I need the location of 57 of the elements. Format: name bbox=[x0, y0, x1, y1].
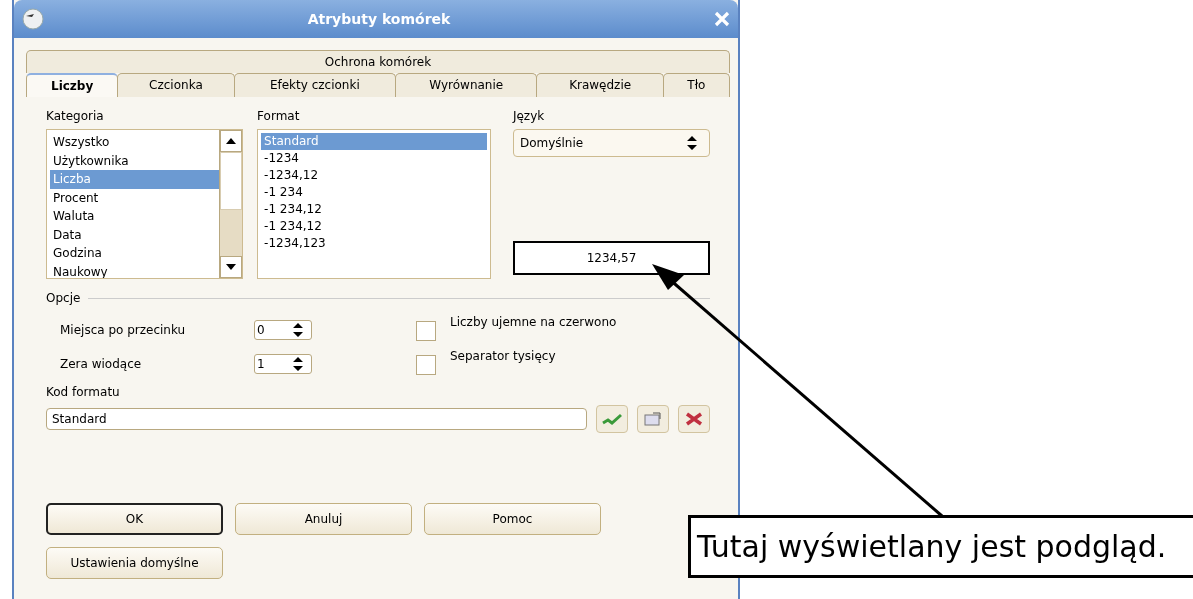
language-dropdown[interactable]: Domyślnie bbox=[512, 129, 710, 157]
tab[interactable]: Efekty czcionki bbox=[233, 73, 397, 97]
list-item[interactable]: -1 234,12 bbox=[261, 201, 487, 218]
spin-arrows-icon bbox=[685, 135, 699, 151]
checkbox-label: Separator tysięcy bbox=[450, 349, 556, 363]
delete-button[interactable] bbox=[678, 405, 710, 433]
cross-icon bbox=[684, 411, 704, 427]
spin-field[interactable]: 0 bbox=[254, 320, 312, 340]
list-item[interactable]: Waluta bbox=[50, 207, 220, 226]
add-button[interactable] bbox=[596, 405, 628, 433]
app-icon bbox=[22, 8, 44, 30]
list-item[interactable]: Data bbox=[50, 225, 220, 244]
window-title: Atrybuty komórek bbox=[306, 11, 452, 27]
checkbox[interactable] bbox=[416, 355, 436, 375]
dialog-button[interactable]: OK bbox=[46, 503, 223, 535]
list-item[interactable]: Naukowy bbox=[50, 262, 220, 278]
scroll-down-icon[interactable] bbox=[220, 256, 243, 278]
dialog-button[interactable]: Anuluj bbox=[235, 503, 412, 535]
checkbox-label: Liczby ujemne na czerwono bbox=[450, 315, 617, 329]
close-icon[interactable] bbox=[714, 11, 730, 27]
format-code-field[interactable]: Standard bbox=[46, 408, 587, 430]
scrollbar[interactable] bbox=[219, 130, 243, 278]
tab[interactable]: Ochrona komórek bbox=[26, 50, 730, 73]
tab[interactable]: Czcionka bbox=[117, 73, 235, 97]
dialog-button[interactable]: Pomoc bbox=[424, 503, 601, 535]
list-item[interactable]: Użytkownika bbox=[50, 151, 220, 170]
check-icon bbox=[601, 412, 623, 426]
spin-arrows-icon[interactable] bbox=[291, 356, 305, 372]
field-label: Miejsca po przecinku bbox=[60, 323, 187, 337]
field-label: Zera wiodące bbox=[60, 357, 143, 371]
checkbox[interactable] bbox=[416, 321, 436, 341]
format-code-label: Kod formatu bbox=[46, 385, 121, 399]
scroll-up-icon[interactable] bbox=[220, 130, 243, 152]
list-item[interactable]: -1 234,12 bbox=[261, 218, 487, 235]
note-icon bbox=[643, 411, 663, 427]
scroll-thumb[interactable] bbox=[220, 152, 243, 210]
edit-comment-button[interactable] bbox=[637, 405, 669, 433]
reset-button[interactable]: Ustawienia domyślne bbox=[46, 547, 223, 579]
callout-text: Tutaj wyświetlany jest podgląd. bbox=[688, 515, 1193, 578]
preview-box: 1234,57 bbox=[512, 241, 710, 275]
language-label: Język bbox=[512, 109, 546, 123]
list-item[interactable]: -1 234 bbox=[261, 184, 487, 201]
tab[interactable]: Liczby bbox=[26, 73, 119, 97]
list-item[interactable]: Procent bbox=[50, 188, 220, 207]
category-label: Kategoria bbox=[46, 109, 105, 123]
tab[interactable]: Tło bbox=[662, 73, 730, 97]
spin-arrows-icon[interactable] bbox=[291, 322, 305, 338]
list-item[interactable]: -1234,12 bbox=[261, 167, 487, 184]
tab[interactable]: Wyrównanie bbox=[395, 73, 538, 97]
options-heading: Opcje bbox=[46, 291, 81, 305]
list-item[interactable]: Wszystko bbox=[50, 133, 220, 152]
tab[interactable]: Krawędzie bbox=[536, 73, 664, 97]
list-item[interactable]: -1234 bbox=[261, 150, 487, 167]
spin-field[interactable]: 1 bbox=[254, 354, 312, 374]
format-label: Format bbox=[257, 109, 301, 123]
list-item[interactable]: Godzina bbox=[50, 244, 220, 263]
list-item[interactable]: -1234,123 bbox=[261, 235, 487, 252]
